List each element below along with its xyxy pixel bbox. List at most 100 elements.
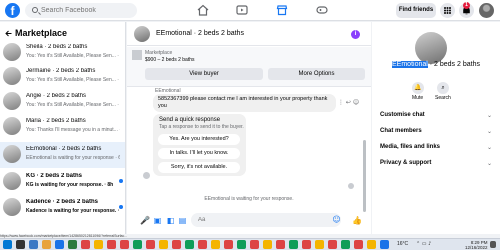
search-box[interactable] bbox=[25, 3, 137, 18]
chrome-icon[interactable] bbox=[289, 240, 298, 249]
composer: 🎤 ▣ ◧ ▤ ☺ 👍 bbox=[127, 206, 371, 234]
file-explorer-icon[interactable] bbox=[42, 240, 51, 249]
conversation-thumbnail[interactable] bbox=[134, 26, 150, 42]
find-friends-button[interactable]: Find friends bbox=[396, 3, 436, 18]
image-icon[interactable]: ▣ bbox=[153, 216, 162, 225]
media-files-links-row[interactable]: Media, files and links ⌄ bbox=[380, 144, 492, 154]
like-icon[interactable]: 👍 bbox=[352, 216, 362, 225]
microphone-icon[interactable]: 🎤 bbox=[140, 216, 150, 225]
privacy-support-row[interactable]: Privacy & support ⌄ bbox=[380, 160, 492, 170]
weather-temperature[interactable]: 16°C bbox=[397, 241, 408, 247]
chrome-icon[interactable] bbox=[237, 240, 246, 249]
search-input[interactable] bbox=[41, 5, 131, 16]
marketplace-title: Marketplace bbox=[15, 28, 68, 38]
chat-members-row[interactable]: Chat members ⌄ bbox=[380, 128, 492, 138]
chat-snippet: KG is waiting for your response. · 8h bbox=[26, 182, 114, 188]
chrome-icon[interactable] bbox=[302, 240, 311, 249]
view-buyer-button[interactable]: View buyer bbox=[145, 68, 263, 80]
listing-thumbnail bbox=[3, 67, 21, 85]
chrome-icon[interactable] bbox=[224, 240, 233, 249]
more-options-button[interactable]: More Options bbox=[268, 68, 365, 80]
clock[interactable]: 8:29 PM 12/16/2022 bbox=[465, 240, 488, 250]
chrome-icon[interactable] bbox=[276, 240, 285, 249]
chrome-icon[interactable] bbox=[159, 240, 168, 249]
gaming-icon[interactable] bbox=[316, 4, 328, 16]
chevron-down-icon: ⌄ bbox=[486, 112, 492, 119]
chat-details-panel: EEmotional · 2 beds 2 baths 🔔 Mute ⌕ Sea… bbox=[372, 22, 500, 234]
listing-thumbnail bbox=[3, 145, 21, 163]
chat-list-item[interactable]: Kadence · 2 beds 2 baths Kadence is wait… bbox=[0, 195, 125, 219]
chat-list-item[interactable]: Sheila · 2 beds 2 baths You: Yes it's St… bbox=[0, 40, 125, 64]
chrome-icon[interactable] bbox=[172, 240, 181, 249]
menu-button[interactable] bbox=[440, 3, 455, 18]
search-taskbar-icon[interactable] bbox=[16, 240, 25, 249]
gif-icon[interactable]: ▤ bbox=[178, 216, 187, 225]
listing-summary: Marketplace $900 – 2 beds 2 baths bbox=[127, 47, 371, 87]
chrome-icon[interactable] bbox=[146, 240, 155, 249]
info-icon[interactable]: i bbox=[351, 30, 360, 39]
home-icon[interactable] bbox=[197, 4, 209, 16]
chrome-icon[interactable] bbox=[94, 240, 103, 249]
edge-icon[interactable] bbox=[55, 240, 64, 249]
bell-icon: 🔔 bbox=[414, 84, 422, 91]
chevron-down-icon: ⌄ bbox=[486, 128, 492, 135]
chat-list-item[interactable]: Maria · 2 beds 2 baths You: Thanks I'll … bbox=[0, 114, 125, 138]
listing-image[interactable] bbox=[132, 50, 142, 60]
more-icon[interactable]: ⋮ bbox=[338, 99, 344, 106]
chrome-icon[interactable] bbox=[133, 240, 142, 249]
chrome-icon[interactable] bbox=[198, 240, 207, 249]
chrome-icon[interactable] bbox=[367, 240, 376, 249]
listing-thumbnail bbox=[3, 172, 21, 190]
marketplace-icon[interactable] bbox=[276, 4, 288, 16]
back-arrow-icon[interactable] bbox=[5, 30, 12, 37]
chat-list-item[interactable]: Jermaine · 2 beds 2 baths You: Yes it's … bbox=[0, 64, 125, 88]
chrome-icon[interactable] bbox=[315, 240, 324, 249]
sender-avatar bbox=[143, 172, 150, 179]
sticker-icon[interactable]: ◧ bbox=[166, 216, 175, 225]
customise-chat-row[interactable]: Customise chat ⌄ bbox=[380, 112, 492, 122]
chat-list-item-active[interactable]: EEmotional · 2 beds 2 baths EEmotional i… bbox=[0, 142, 125, 168]
conversation-title[interactable]: EEmotional · 2 beds 2 baths bbox=[156, 30, 244, 37]
react-icon[interactable]: ☺ bbox=[353, 99, 359, 106]
search-in-chat-button[interactable]: ⌕ bbox=[437, 82, 449, 94]
chat-thumbnail[interactable] bbox=[415, 32, 447, 64]
unread-dot bbox=[119, 179, 123, 183]
app-icon[interactable] bbox=[68, 240, 77, 249]
menu-grid-icon bbox=[444, 7, 451, 14]
read-receipt-avatar bbox=[348, 183, 354, 189]
quick-response-option[interactable]: In talks. I'll let you know. bbox=[158, 148, 240, 159]
mute-label: Mute bbox=[412, 95, 424, 101]
chrome-icon[interactable] bbox=[263, 240, 272, 249]
tray-icons[interactable]: ⌃ ▭ ♪ bbox=[416, 241, 431, 247]
account-avatar[interactable] bbox=[479, 3, 494, 18]
start-icon[interactable] bbox=[3, 240, 12, 249]
chrome-icon[interactable] bbox=[341, 240, 350, 249]
quick-response-option[interactable]: Sorry, it's not available. bbox=[158, 162, 240, 173]
chrome-icon[interactable] bbox=[250, 240, 259, 249]
chrome-icon[interactable] bbox=[81, 240, 90, 249]
chat-snippet: You: Thanks I'll message you in a minut.… bbox=[26, 127, 120, 133]
chrome-icon[interactable] bbox=[120, 240, 129, 249]
chat-title: Jermaine · 2 beds 2 baths bbox=[26, 68, 96, 74]
listing-price[interactable]: $900 – 2 beds 2 baths bbox=[145, 57, 195, 63]
quick-response-option[interactable]: Yes. Are you interested? bbox=[158, 134, 240, 145]
listing-source: Marketplace bbox=[145, 50, 173, 56]
facebook-logo[interactable]: f bbox=[5, 3, 20, 18]
chrome-icon[interactable] bbox=[354, 240, 363, 249]
message-input[interactable] bbox=[191, 213, 341, 227]
app-icon[interactable] bbox=[380, 240, 389, 249]
emoji-icon[interactable]: ☺ bbox=[332, 215, 341, 224]
chrome-icon[interactable] bbox=[328, 240, 337, 249]
notification-center-icon[interactable] bbox=[490, 241, 496, 248]
chrome-icon[interactable] bbox=[185, 240, 194, 249]
taskview-icon[interactable] bbox=[29, 240, 38, 249]
chat-list-item[interactable]: Angie · 2 beds 2 baths You: Yes it's Sti… bbox=[0, 89, 125, 113]
chrome-icon[interactable] bbox=[107, 240, 116, 249]
chrome-icon[interactable] bbox=[211, 240, 220, 249]
mute-button[interactable]: 🔔 bbox=[412, 82, 424, 94]
chat-title: KG · 2 beds 2 baths bbox=[26, 173, 83, 179]
chat-title: Angie · 2 beds 2 baths bbox=[26, 93, 87, 99]
chat-list-item[interactable]: KG · 2 beds 2 baths KG is waiting for yo… bbox=[0, 169, 125, 193]
reply-icon[interactable]: ↩ bbox=[346, 99, 351, 106]
watch-icon[interactable] bbox=[236, 4, 248, 16]
